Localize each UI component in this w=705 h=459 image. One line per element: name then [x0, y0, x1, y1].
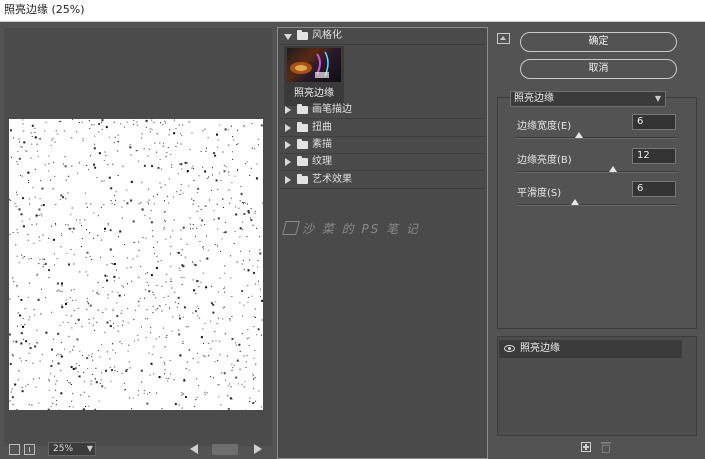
category-row[interactable]: 扭曲 — [280, 120, 485, 137]
preview-panel — [4, 28, 272, 446]
trash-lid — [601, 442, 611, 444]
category-row[interactable]: 纹理 — [280, 154, 485, 171]
category-label: 扭曲 — [312, 122, 332, 133]
collapsed-triangle-icon — [285, 176, 291, 184]
slider-thumb[interactable] — [575, 132, 584, 138]
category-label: 艺术效果 — [312, 174, 352, 185]
expanded-triangle-icon — [284, 34, 292, 40]
chevron-down-icon: ▼ — [654, 94, 661, 103]
folder-icon — [297, 30, 308, 40]
ok-button[interactable]: 确定 — [520, 32, 677, 52]
smoothness-input[interactable]: 6 — [632, 181, 676, 197]
effect-layer-row[interactable]: 照亮边缘 — [499, 340, 682, 358]
scroll-right-icon[interactable] — [254, 444, 262, 454]
folder-icon — [297, 104, 308, 114]
trash-icon[interactable] — [601, 442, 611, 453]
folder-icon — [297, 156, 308, 166]
category-label: 风格化 — [312, 30, 342, 41]
preview-canvas[interactable] — [9, 119, 263, 410]
zoom-value: 25% — [53, 444, 74, 454]
param-label-edge-brightness: 边缘亮度(B) — [517, 155, 572, 166]
watermark-logo-icon — [282, 221, 300, 235]
zoom-out-button[interactable] — [9, 444, 20, 455]
collapse-gallery-button[interactable] — [497, 33, 510, 44]
edge-width-slider[interactable] — [517, 132, 677, 139]
filter-gallery: 风格化 照亮边缘 画笔描边 扭曲 素描 纹理 艺术效果 沙 菜 的 PS 笔 记 — [277, 27, 488, 459]
chevron-down-icon: ▼ — [86, 444, 93, 453]
preview-image — [9, 119, 263, 410]
filter-thumbnail-selected[interactable]: 照亮边缘 — [284, 46, 344, 106]
preview-bottom-bar: 25% ▼ — [4, 440, 272, 459]
category-label: 素描 — [312, 139, 332, 150]
watermark-text: 沙 菜 的 PS 笔 记 — [302, 222, 420, 236]
effect-layer-label: 照亮边缘 — [520, 343, 560, 354]
param-label-edge-width: 边缘宽度(E) — [517, 121, 572, 132]
collapsed-triangle-icon — [285, 124, 291, 132]
category-label: 纹理 — [312, 156, 332, 167]
edge-brightness-input[interactable]: 12 — [632, 148, 676, 164]
filter-thumbnail-image — [287, 48, 341, 82]
scroll-left-icon[interactable] — [190, 444, 198, 454]
folder-icon — [297, 139, 308, 149]
filter-thumbnail-label: 照亮边缘 — [294, 88, 334, 99]
edge-width-input[interactable]: 6 — [632, 114, 676, 130]
zoom-in-button[interactable] — [24, 444, 35, 455]
collapsed-triangle-icon — [285, 106, 291, 114]
category-row[interactable]: 画笔描边 — [280, 102, 485, 119]
zoom-select[interactable]: 25% ▼ — [48, 442, 96, 456]
trash-can — [602, 445, 610, 453]
filter-select[interactable]: 照亮边缘 ▼ — [510, 91, 666, 107]
preview-scrollbar[interactable] — [190, 444, 262, 455]
smoothness-slider[interactable] — [517, 199, 677, 206]
folder-icon — [297, 122, 308, 132]
param-label-smoothness: 平滑度(S) — [517, 188, 562, 199]
scroll-thumb[interactable] — [212, 444, 238, 455]
eye-icon[interactable] — [504, 345, 515, 352]
collapsed-triangle-icon — [285, 141, 291, 149]
category-row[interactable]: 艺术效果 — [280, 172, 485, 189]
slider-thumb[interactable] — [609, 166, 617, 172]
slider-thumb[interactable] — [570, 199, 579, 205]
thumbnail-art — [290, 51, 329, 78]
category-row[interactable]: 素描 — [280, 137, 485, 154]
window-title: 照亮边缘 (25%) — [0, 0, 705, 22]
collapsed-triangle-icon — [285, 158, 291, 166]
filter-select-value: 照亮边缘 — [514, 93, 554, 104]
new-effect-layer-icon[interactable] — [581, 442, 591, 452]
zoom-in-icon — [29, 447, 30, 452]
watermark: 沙 菜 的 PS 笔 记 — [282, 220, 420, 237]
edge-brightness-slider[interactable] — [517, 166, 677, 173]
category-row-open[interactable]: 风格化 — [280, 28, 485, 45]
folder-icon — [297, 174, 308, 184]
category-label: 画笔描边 — [312, 104, 352, 115]
cancel-button[interactable]: 取消 — [520, 59, 677, 79]
